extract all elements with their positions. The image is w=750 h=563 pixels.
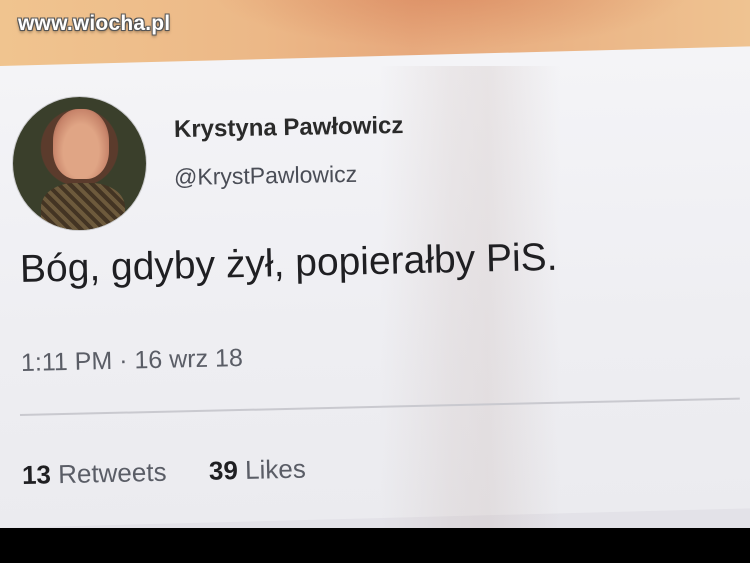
avatar[interactable] [13,97,146,230]
likes-label[interactable]: Likes [245,454,306,485]
author-name[interactable]: Krystyna Pawłowicz [174,112,404,144]
author-handle[interactable]: @KrystPawlowicz [174,161,358,191]
watermark-text: www.wiocha.pl [18,12,171,35]
photo-shadow [380,66,560,528]
background-figure [205,0,695,50]
likes-count[interactable]: 39 [209,455,239,486]
retweets-label[interactable]: Retweets [58,457,167,489]
bottom-black-bar [0,528,750,563]
tweet-timestamp[interactable]: 1:11 PM · 16 wrz 18 [21,344,243,378]
tweet-stats: 13 Retweets 39 Likes [22,454,307,491]
retweets-count[interactable]: 13 [22,459,52,490]
stats-spacer [174,480,202,481]
